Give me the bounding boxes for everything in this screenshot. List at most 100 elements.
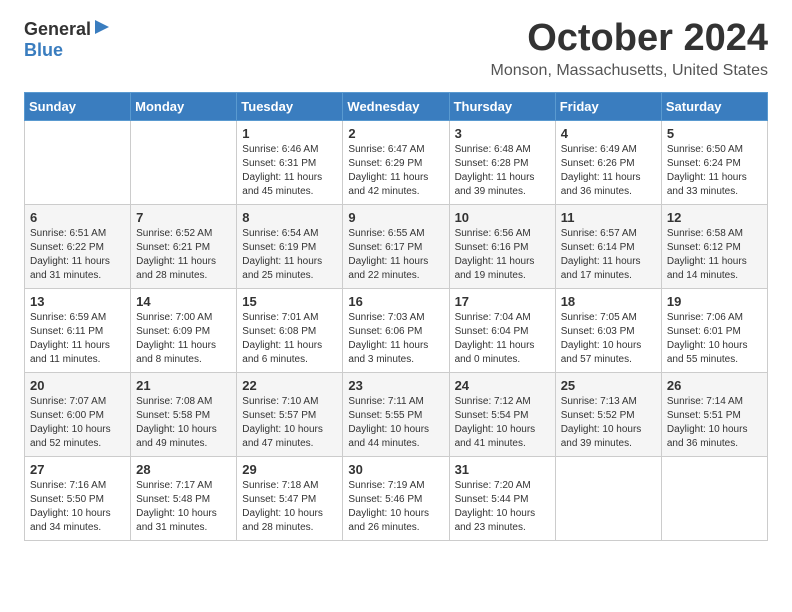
header-day-monday: Monday (131, 92, 237, 120)
calendar-cell: 31 Sunrise: 7:20 AM Sunset: 5:44 PM Dayli… (449, 456, 555, 540)
day-info: Sunrise: 6:54 AM Sunset: 6:19 PM Dayligh… (242, 227, 337, 283)
day-info: Sunrise: 6:57 AM Sunset: 6:14 PM Dayligh… (561, 227, 656, 283)
day-number: 30 (348, 462, 443, 477)
day-info: Sunrise: 7:17 AM Sunset: 5:48 PM Dayligh… (136, 479, 231, 535)
day-info: Sunrise: 6:52 AM Sunset: 6:21 PM Dayligh… (136, 227, 231, 283)
calendar-cell: 29 Sunrise: 7:18 AM Sunset: 5:47 PM Dayli… (237, 456, 343, 540)
day-number: 6 (30, 210, 125, 225)
calendar-cell: 18 Sunrise: 7:05 AM Sunset: 6:03 PM Dayli… (555, 288, 661, 372)
calendar-cell: 1 Sunrise: 6:46 AM Sunset: 6:31 PM Daylig… (237, 120, 343, 204)
calendar-cell (25, 120, 131, 204)
calendar-cell: 13 Sunrise: 6:59 AM Sunset: 6:11 PM Dayli… (25, 288, 131, 372)
calendar-cell: 15 Sunrise: 7:01 AM Sunset: 6:08 PM Dayli… (237, 288, 343, 372)
day-number: 17 (455, 294, 550, 309)
day-info: Sunrise: 7:16 AM Sunset: 5:50 PM Dayligh… (30, 479, 125, 535)
calendar-week-1: 6Sunrise: 6:51 AM Sunset: 6:22 PM Daylig… (25, 204, 768, 288)
header-day-sunday: Sunday (25, 92, 131, 120)
day-number: 27 (30, 462, 125, 477)
calendar-cell: 25 Sunrise: 7:13 AM Sunset: 5:52 PM Dayli… (555, 372, 661, 456)
day-info: Sunrise: 7:11 AM Sunset: 5:55 PM Dayligh… (348, 395, 443, 451)
day-number: 15 (242, 294, 337, 309)
location-title: Monson, Massachusetts, United States (491, 62, 768, 80)
calendar-week-4: 27 Sunrise: 7:16 AM Sunset: 5:50 PM Dayli… (25, 456, 768, 540)
day-number: 25 (561, 378, 656, 393)
day-info: Sunrise: 6:58 AM Sunset: 6:12 PM Dayligh… (667, 227, 762, 283)
day-info: Sunrise: 7:13 AM Sunset: 5:52 PM Dayligh… (561, 395, 656, 451)
calendar-week-0: 1 Sunrise: 6:46 AM Sunset: 6:31 PM Daylig… (25, 120, 768, 204)
day-info: Sunrise: 6:47 AM Sunset: 6:29 PM Dayligh… (348, 143, 443, 199)
calendar-body: 1 Sunrise: 6:46 AM Sunset: 6:31 PM Daylig… (25, 120, 768, 540)
calendar-wrapper: SundayMondayTuesdayWednesdayThursdayFrid… (0, 88, 792, 557)
calendar-cell: 24 Sunrise: 7:12 AM Sunset: 5:54 PM Dayli… (449, 372, 555, 456)
title-block: October 2024 Monson, Massachusetts, Unit… (491, 18, 768, 80)
calendar-cell: 27 Sunrise: 7:16 AM Sunset: 5:50 PM Dayli… (25, 456, 131, 540)
day-info: Sunrise: 6:49 AM Sunset: 6:26 PM Dayligh… (561, 143, 656, 199)
day-info: Sunrise: 6:48 AM Sunset: 6:28 PM Dayligh… (455, 143, 550, 199)
day-number: 7 (136, 210, 231, 225)
day-number: 5 (667, 126, 762, 141)
calendar-cell: 22Sunrise: 7:10 AM Sunset: 5:57 PM Dayli… (237, 372, 343, 456)
calendar-cell: 4 Sunrise: 6:49 AM Sunset: 6:26 PM Daylig… (555, 120, 661, 204)
day-info: Sunrise: 7:08 AM Sunset: 5:58 PM Dayligh… (136, 395, 231, 451)
day-number: 20 (30, 378, 125, 393)
calendar-cell: 2 Sunrise: 6:47 AM Sunset: 6:29 PM Daylig… (343, 120, 449, 204)
day-number: 16 (348, 294, 443, 309)
day-info: Sunrise: 7:07 AM Sunset: 6:00 PM Dayligh… (30, 395, 125, 451)
day-number: 26 (667, 378, 762, 393)
header-day-thursday: Thursday (449, 92, 555, 120)
day-number: 19 (667, 294, 762, 309)
page-header: General Blue October 2024 Monson, Massac… (0, 0, 792, 88)
calendar-cell: 16 Sunrise: 7:03 AM Sunset: 6:06 PM Dayli… (343, 288, 449, 372)
day-info: Sunrise: 6:56 AM Sunset: 6:16 PM Dayligh… (455, 227, 550, 283)
day-number: 31 (455, 462, 550, 477)
day-number: 23 (348, 378, 443, 393)
logo-blue-text: Blue (24, 41, 63, 61)
calendar-cell: 28Sunrise: 7:17 AM Sunset: 5:48 PM Dayli… (131, 456, 237, 540)
day-number: 29 (242, 462, 337, 477)
day-info: Sunrise: 6:46 AM Sunset: 6:31 PM Dayligh… (242, 143, 337, 199)
calendar-cell: 12 Sunrise: 6:58 AM Sunset: 6:12 PM Dayli… (661, 204, 767, 288)
day-info: Sunrise: 6:59 AM Sunset: 6:11 PM Dayligh… (30, 311, 125, 367)
calendar-table: SundayMondayTuesdayWednesdayThursdayFrid… (24, 92, 768, 541)
day-info: Sunrise: 7:06 AM Sunset: 6:01 PM Dayligh… (667, 311, 762, 367)
day-number: 18 (561, 294, 656, 309)
day-number: 2 (348, 126, 443, 141)
day-info: Sunrise: 7:05 AM Sunset: 6:03 PM Dayligh… (561, 311, 656, 367)
calendar-cell: 19 Sunrise: 7:06 AM Sunset: 6:01 PM Dayli… (661, 288, 767, 372)
day-info: Sunrise: 7:04 AM Sunset: 6:04 PM Dayligh… (455, 311, 550, 367)
calendar-cell: 11 Sunrise: 6:57 AM Sunset: 6:14 PM Dayli… (555, 204, 661, 288)
calendar-week-2: 13 Sunrise: 6:59 AM Sunset: 6:11 PM Dayli… (25, 288, 768, 372)
day-number: 11 (561, 210, 656, 225)
calendar-week-3: 20 Sunrise: 7:07 AM Sunset: 6:00 PM Dayli… (25, 372, 768, 456)
day-number: 3 (455, 126, 550, 141)
day-number: 9 (348, 210, 443, 225)
calendar-cell: 7 Sunrise: 6:52 AM Sunset: 6:21 PM Daylig… (131, 204, 237, 288)
calendar-cell: 14Sunrise: 7:00 AM Sunset: 6:09 PM Dayli… (131, 288, 237, 372)
day-info: Sunrise: 7:03 AM Sunset: 6:06 PM Dayligh… (348, 311, 443, 367)
header-day-tuesday: Tuesday (237, 92, 343, 120)
calendar-header: SundayMondayTuesdayWednesdayThursdayFrid… (25, 92, 768, 120)
day-number: 1 (242, 126, 337, 141)
day-info: Sunrise: 7:18 AM Sunset: 5:47 PM Dayligh… (242, 479, 337, 535)
calendar-cell: 5Sunrise: 6:50 AM Sunset: 6:24 PM Daylig… (661, 120, 767, 204)
header-day-wednesday: Wednesday (343, 92, 449, 120)
day-number: 13 (30, 294, 125, 309)
day-info: Sunrise: 7:20 AM Sunset: 5:44 PM Dayligh… (455, 479, 550, 535)
day-info: Sunrise: 6:55 AM Sunset: 6:17 PM Dayligh… (348, 227, 443, 283)
calendar-cell: 6Sunrise: 6:51 AM Sunset: 6:22 PM Daylig… (25, 204, 131, 288)
day-info: Sunrise: 7:10 AM Sunset: 5:57 PM Dayligh… (242, 395, 337, 451)
day-number: 8 (242, 210, 337, 225)
day-info: Sunrise: 7:12 AM Sunset: 5:54 PM Dayligh… (455, 395, 550, 451)
calendar-cell: 8 Sunrise: 6:54 AM Sunset: 6:19 PM Daylig… (237, 204, 343, 288)
day-number: 4 (561, 126, 656, 141)
day-number: 14 (136, 294, 231, 309)
calendar-cell: 26Sunrise: 7:14 AM Sunset: 5:51 PM Dayli… (661, 372, 767, 456)
day-number: 12 (667, 210, 762, 225)
day-info: Sunrise: 7:01 AM Sunset: 6:08 PM Dayligh… (242, 311, 337, 367)
header-day-friday: Friday (555, 92, 661, 120)
logo-icon (93, 18, 111, 36)
calendar-cell: 30Sunrise: 7:19 AM Sunset: 5:46 PM Dayli… (343, 456, 449, 540)
calendar-cell (131, 120, 237, 204)
day-number: 24 (455, 378, 550, 393)
calendar-cell: 20 Sunrise: 7:07 AM Sunset: 6:00 PM Dayli… (25, 372, 131, 456)
